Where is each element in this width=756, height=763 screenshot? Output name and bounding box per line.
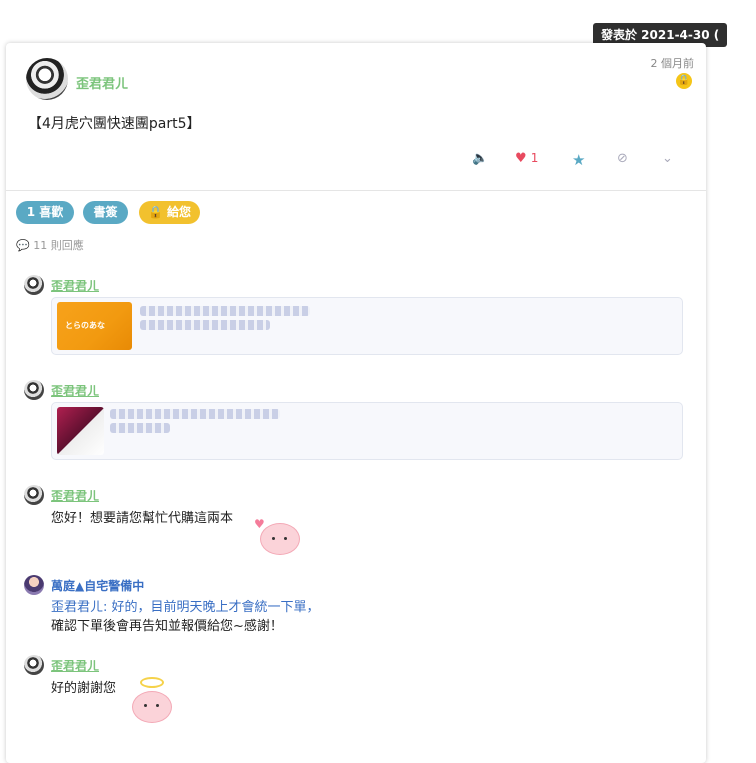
comment-icon: 💬 [16, 239, 30, 252]
preview-thumbnail: とらのあな [57, 302, 132, 350]
avatar[interactable] [24, 380, 44, 400]
pink-sticker [126, 677, 176, 725]
preview-thumbnail [57, 407, 104, 455]
divider [6, 190, 706, 191]
reply-count: 💬 11 則回應 [16, 239, 84, 252]
link-preview[interactable] [51, 402, 683, 460]
like-count: 1 [530, 151, 539, 165]
likes-pill[interactable]: 1 喜歡 [16, 201, 74, 224]
heart-icon: ♥ [515, 151, 527, 166]
avatar[interactable] [24, 655, 44, 675]
comment-text: 您好！想要請您幫忙代購這兩本 [51, 511, 234, 526]
comment-text-line2: 確認下單後會再告知並報價給您~感謝！ [51, 619, 283, 634]
speaker-icon[interactable]: 🔈 [472, 151, 488, 166]
preview-desc [140, 320, 270, 330]
comment-author[interactable]: 歪君君ㄦ [51, 657, 99, 674]
post-body: 【4月虎穴團快速團part5】 [28, 116, 201, 132]
post-time[interactable]: 2 個月前 [651, 55, 695, 71]
bookmark-pill[interactable]: 書簽 [83, 201, 128, 224]
pink-sticker: ♥ [254, 513, 302, 557]
post-actions: 🔈 ♥ 1 ★ ⊘ ⌄ [6, 151, 706, 171]
preview-title [140, 306, 310, 316]
comment-author[interactable]: 歪君君ㄦ [51, 277, 99, 294]
comment-text: 好的謝謝您 [51, 681, 117, 696]
block-icon[interactable]: ⊘ [617, 151, 628, 166]
comment-author[interactable]: 歪君君ㄦ [51, 487, 99, 504]
avatar[interactable] [24, 575, 44, 595]
post-author[interactable]: 歪君君ㄦ [76, 73, 128, 92]
comment-text-line1: 歪君君ㄦ: 好的，目前明天晚上才會統一下單， [51, 600, 320, 615]
post-card: 歪君君ㄦ 2 個月前 🔒 【4月虎穴團快速團part5】 🔈 ♥ 1 ★ ⊘ ⌄… [6, 43, 706, 763]
like-button[interactable]: ♥ 1 [515, 151, 538, 166]
comment-author[interactable]: 萬庭▲自宅警備中 [51, 577, 144, 594]
author-avatar[interactable] [26, 58, 68, 100]
avatar[interactable] [24, 275, 44, 295]
tip-pill[interactable]: 🔒 給您 [139, 201, 200, 224]
link-preview[interactable]: とらのあな [51, 297, 683, 355]
preview-desc [110, 423, 170, 433]
lock-icon: 🔒 [676, 73, 692, 89]
star-icon[interactable]: ★ [572, 151, 585, 169]
avatar[interactable] [24, 485, 44, 505]
comment-author[interactable]: 歪君君ㄦ [51, 382, 99, 399]
chevron-down-icon[interactable]: ⌄ [662, 151, 673, 166]
preview-title [110, 409, 280, 419]
